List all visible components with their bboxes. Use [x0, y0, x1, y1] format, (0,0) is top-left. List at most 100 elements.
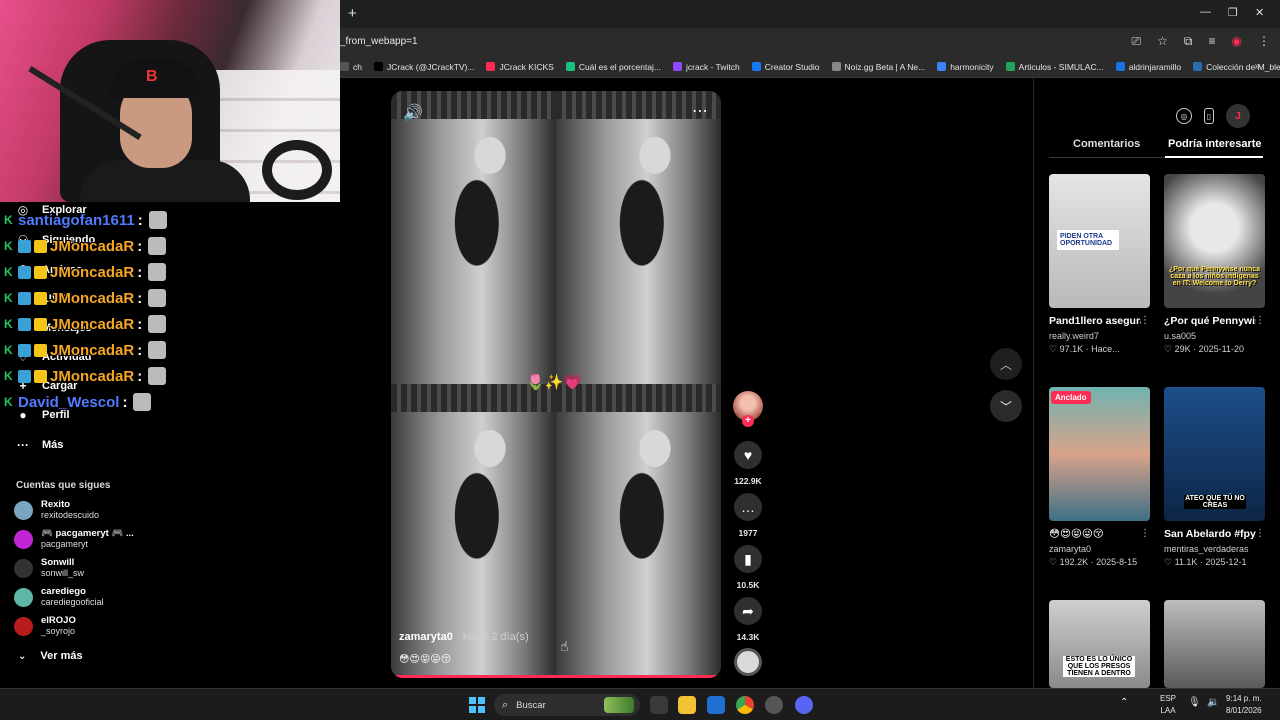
card-username[interactable]: zamaryta0: [1049, 544, 1150, 554]
bookmark-item[interactable]: ch: [340, 62, 362, 72]
kick-badge-icon: K: [4, 369, 13, 383]
chevron-down-icon: ⌄: [18, 650, 27, 662]
followed-account[interactable]: carediego carediegooficial: [14, 586, 104, 608]
task-view-icon[interactable]: [650, 696, 668, 714]
maximize-button[interactable]: ❐: [1228, 6, 1238, 19]
see-more-button[interactable]: ⌄ Ver más: [18, 650, 83, 662]
bookmark-item[interactable]: JCrack (@JCrackTV)...: [373, 62, 474, 72]
cast-icon[interactable]: ⎚: [1132, 34, 1142, 49]
bookmark-item[interactable]: harmonicity: [937, 62, 994, 72]
bookmark-item[interactable]: Articulos - SIMULAC...: [1005, 62, 1104, 72]
volume-icon[interactable]: 🔊: [403, 103, 423, 123]
bookmark-favicon-icon: [1115, 62, 1125, 71]
card-title[interactable]: San Abelardo #fpy #parati...: [1164, 527, 1256, 542]
bookmark-item[interactable]: JCrack KICKS: [486, 62, 554, 72]
account-names: Rexito rexitodescuido: [41, 499, 99, 521]
address-bar[interactable]: _from_webapp=1 ⎚ ☆ ⧉ ≡ ◉ ⋮: [340, 28, 1280, 56]
profile-extension-icon[interactable]: ◉: [1232, 34, 1242, 49]
more-bookmarks-button[interactable]: »: [1254, 61, 1260, 72]
card-username[interactable]: really.weird7: [1049, 331, 1150, 341]
card-menu-icon[interactable]: ⋮: [1140, 528, 1150, 539]
kebab-menu-icon[interactable]: ⋮: [1258, 34, 1270, 49]
new-tab-button[interactable]: +: [348, 5, 357, 22]
followed-account[interactable]: Sonwill sonwill_sw: [14, 557, 84, 579]
video-progress-bar[interactable]: [391, 675, 721, 678]
card-menu-icon[interactable]: ⋮: [1255, 315, 1265, 326]
video-more-icon[interactable]: ⋯: [692, 101, 709, 121]
language-indicator[interactable]: ESP LAA: [1160, 693, 1176, 717]
share-action[interactable]: ➦ 14.3K: [733, 597, 763, 642]
bookmark-star-icon[interactable]: ☆: [1157, 34, 1168, 49]
compass-icon[interactable]: ◎: [1176, 108, 1192, 124]
taskbar-search[interactable]: ⌕ Buscar: [494, 694, 640, 716]
bookmark-item[interactable]: Noiz.gg Beta | A Ne...: [831, 62, 925, 72]
followed-account[interactable]: elROJO _soyrojo: [14, 615, 76, 637]
video-author-line[interactable]: zamaryta0 · Hace 2 día(s): [399, 631, 529, 643]
bookmark-item[interactable]: Cuál es el porcentaj...: [565, 62, 661, 72]
tab-might-interest[interactable]: Podría interesarte: [1168, 138, 1262, 150]
tab-comments[interactable]: Comentarios: [1073, 138, 1140, 150]
save-action[interactable]: ▮ 10.5K: [733, 545, 763, 590]
video-thumbnail[interactable]: PIDEN OTRA OPORTUNIDAD: [1049, 174, 1150, 308]
heart-icon[interactable]: ♥: [734, 441, 762, 469]
video-thumbnail[interactable]: ESTO ES LO ÚNICO QUE LOS PRESOS TIENEN A…: [1049, 600, 1150, 688]
followed-account[interactable]: 🎮 pacgameryt 🎮 ... pacgameryt: [14, 528, 134, 550]
mail-icon[interactable]: [707, 696, 725, 714]
tiktok-logo-icon[interactable]: J: [1226, 104, 1250, 128]
video-thumbnail[interactable]: ¿Por qué Pennywise nunca caza a los niño…: [1164, 174, 1265, 308]
sidebar-item-more[interactable]: ··· Más: [16, 438, 63, 452]
share-icon[interactable]: ➦: [734, 597, 762, 625]
card-title[interactable]: ¿Por qué Pennywise nunca...: [1164, 314, 1256, 329]
card-menu-icon[interactable]: ⋮: [1140, 315, 1150, 326]
file-explorer-icon[interactable]: [678, 696, 696, 714]
bookmark-item[interactable]: Colección de M_blei...: [1193, 62, 1280, 72]
discord-icon[interactable]: [795, 696, 813, 714]
recommended-video-card[interactable]: [1164, 600, 1265, 688]
comment-action[interactable]: … 1977: [733, 493, 763, 538]
windows-start-icon[interactable]: [469, 697, 485, 713]
previous-video-button[interactable]: ︿: [990, 348, 1022, 380]
recommended-video-card[interactable]: ATEO QUE TÚ NO CREAS San Abelardo #fpy #p…: [1164, 387, 1265, 568]
video-thumbnail[interactable]: Anclado: [1049, 387, 1150, 521]
chat-username: JMoncadaR: [50, 237, 135, 255]
recommended-video-card[interactable]: Anclado 😳😍😝😜😚 zamaryta0 ♡ 192.2K · 2025-8-1…: [1049, 387, 1150, 568]
bookmark-icon[interactable]: ▮: [734, 545, 762, 573]
video-thumbnail[interactable]: [1164, 600, 1265, 688]
url-text[interactable]: _from_webapp=1: [340, 36, 418, 47]
video-author[interactable]: zamaryta0: [399, 631, 453, 643]
next-video-button[interactable]: ﹀: [990, 390, 1022, 422]
bookmark-item[interactable]: aldrinjaramillo: [1115, 62, 1181, 72]
card-username[interactable]: u.sa005: [1164, 331, 1265, 341]
reading-list-icon[interactable]: ≡: [1209, 34, 1216, 49]
clock[interactable]: 9:14 p. m. 8/01/2026: [1226, 693, 1262, 717]
card-title[interactable]: Pand1llero aseguran a Bukel...: [1049, 314, 1141, 329]
recommended-video-card[interactable]: ESTO ES LO ÚNICO QUE LOS PRESOS TIENEN A…: [1049, 600, 1150, 688]
bookmark-item[interactable]: Creator Studio: [751, 62, 820, 72]
card-title[interactable]: 😳😍😝😜😚: [1049, 527, 1141, 542]
tray-chevron-icon[interactable]: ⌃: [1120, 697, 1128, 709]
microphone-icon[interactable]: 🎙: [1188, 697, 1201, 709]
card-username[interactable]: mentiras_verdaderas: [1164, 544, 1265, 554]
close-window-button[interactable]: ✕: [1255, 6, 1264, 19]
chrome-icon[interactable]: [736, 696, 754, 714]
extensions-icon[interactable]: ⧉: [1184, 34, 1193, 49]
kick-badge-icon: K: [4, 395, 13, 409]
settings-gear-icon[interactable]: [765, 696, 783, 714]
card-menu-icon[interactable]: ⋮: [1255, 528, 1265, 539]
comment-icon[interactable]: …: [734, 493, 762, 521]
recommended-video-card[interactable]: PIDEN OTRA OPORTUNIDAD Pand1llero asegura…: [1049, 174, 1150, 355]
music-disc-icon[interactable]: [734, 648, 762, 676]
chat-message: K David_Wescol:: [4, 390, 152, 414]
minimize-button[interactable]: —: [1200, 6, 1211, 18]
bookmark-item[interactable]: jcrack - Twitch: [673, 62, 740, 72]
recommended-video-card[interactable]: ¿Por qué Pennywise nunca caza a los niño…: [1164, 174, 1265, 355]
follow-plus-icon[interactable]: +: [742, 415, 754, 427]
like-action[interactable]: ♥ 122.9K: [733, 441, 763, 486]
crown-badge-icon: [34, 317, 47, 331]
phone-icon[interactable]: ▯: [1204, 108, 1214, 124]
video-player[interactable]: 🔊 ⋯ 🌷✨💗 zamaryta0 · Hace 2 día(s) 😳😍😝😜😚: [391, 91, 721, 678]
video-thumbnail[interactable]: ATEO QUE TÚ NO CREAS: [1164, 387, 1265, 521]
volume-tray-icon[interactable]: 🔉: [1207, 697, 1219, 709]
chat-username: JMoncadaR: [50, 315, 135, 333]
followed-account[interactable]: Rexito rexitodescuido: [14, 499, 99, 521]
